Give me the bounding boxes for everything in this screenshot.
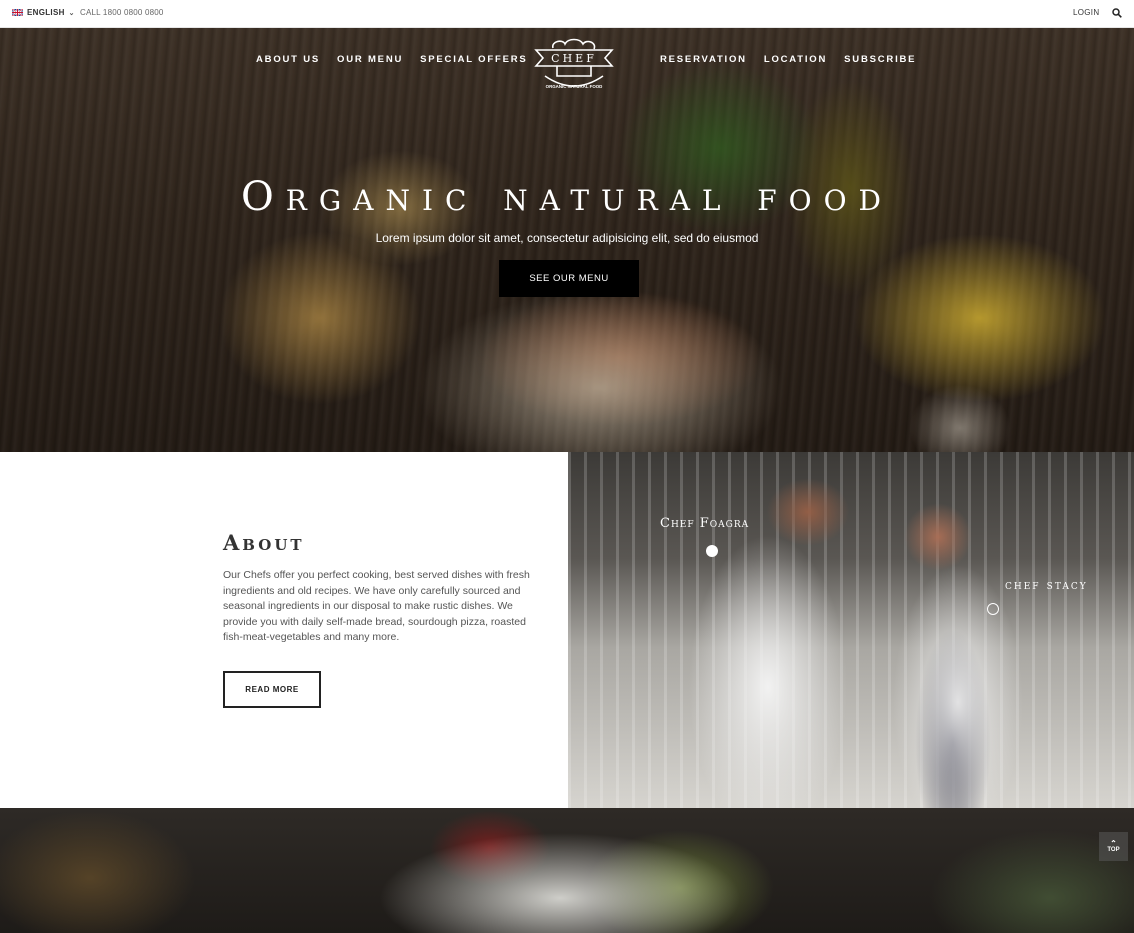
nav-about-us[interactable]: ABOUT US [256,54,320,65]
about-text: Our Chefs offer you perfect cooking, bes… [223,569,530,643]
about-section: About Our Chefs offer you perfect cookin… [0,452,568,808]
hero-subtitle: Lorem ipsum dolor sit amet, consectetur … [375,231,759,245]
top-bar: ENGLISH ⌄ CALL 1800 0800 0800 LOGIN [0,0,1134,28]
main-nav-right: RESERVATION LOCATION SUBSCRIBE [660,54,916,65]
chef-foagra-hotspot[interactable] [706,545,718,557]
chevron-down-icon: ⌄ [68,9,75,17]
nav-special-offers[interactable]: SPECIAL OFFERS [420,54,527,65]
read-more-button[interactable]: READ MORE [223,671,321,708]
back-to-top-button[interactable]: ⌃ TOP [1099,832,1128,861]
nav-reservation[interactable]: RESERVATION [660,54,747,65]
logo-name: CHEF [551,52,597,65]
chef-foagra-label: Chef Foagra [660,516,750,531]
chef-stacy-label: chef stacy [1005,578,1088,593]
nav-our-menu[interactable]: OUR MENU [337,54,403,65]
hero-title: Organic natural food [240,174,894,220]
main-nav-left: ABOUT US OUR MENU SPECIAL OFFERS [256,54,528,65]
back-to-top-label: TOP [1107,847,1120,853]
phone-number: CALL 1800 0800 0800 [80,8,164,17]
language-selector[interactable]: ENGLISH ⌄ [12,8,75,17]
food-gallery-strip [0,808,1134,933]
uk-flag-icon [12,9,23,16]
hero-section: ABOUT US OUR MENU SPECIAL OFFERS CHEF OR… [0,28,1134,452]
about-title: About [223,530,305,555]
nav-subscribe[interactable]: SUBSCRIBE [844,54,916,65]
chevron-up-icon: ⌃ [1110,839,1117,848]
chef-stacy-hotspot[interactable] [987,603,999,615]
see-our-menu-button[interactable]: SEE OUR MENU [499,260,639,297]
chef-logo[interactable]: CHEF ORGANIC NATURAL FOOD [533,36,615,92]
language-label: ENGLISH [27,8,65,17]
login-link[interactable]: LOGIN [1073,8,1099,17]
nav-location[interactable]: LOCATION [764,54,827,65]
search-icon[interactable] [1112,8,1122,18]
chefs-photo: Chef Foagra chef stacy [568,452,1134,808]
logo-tagline: ORGANIC NATURAL FOOD [546,84,603,89]
